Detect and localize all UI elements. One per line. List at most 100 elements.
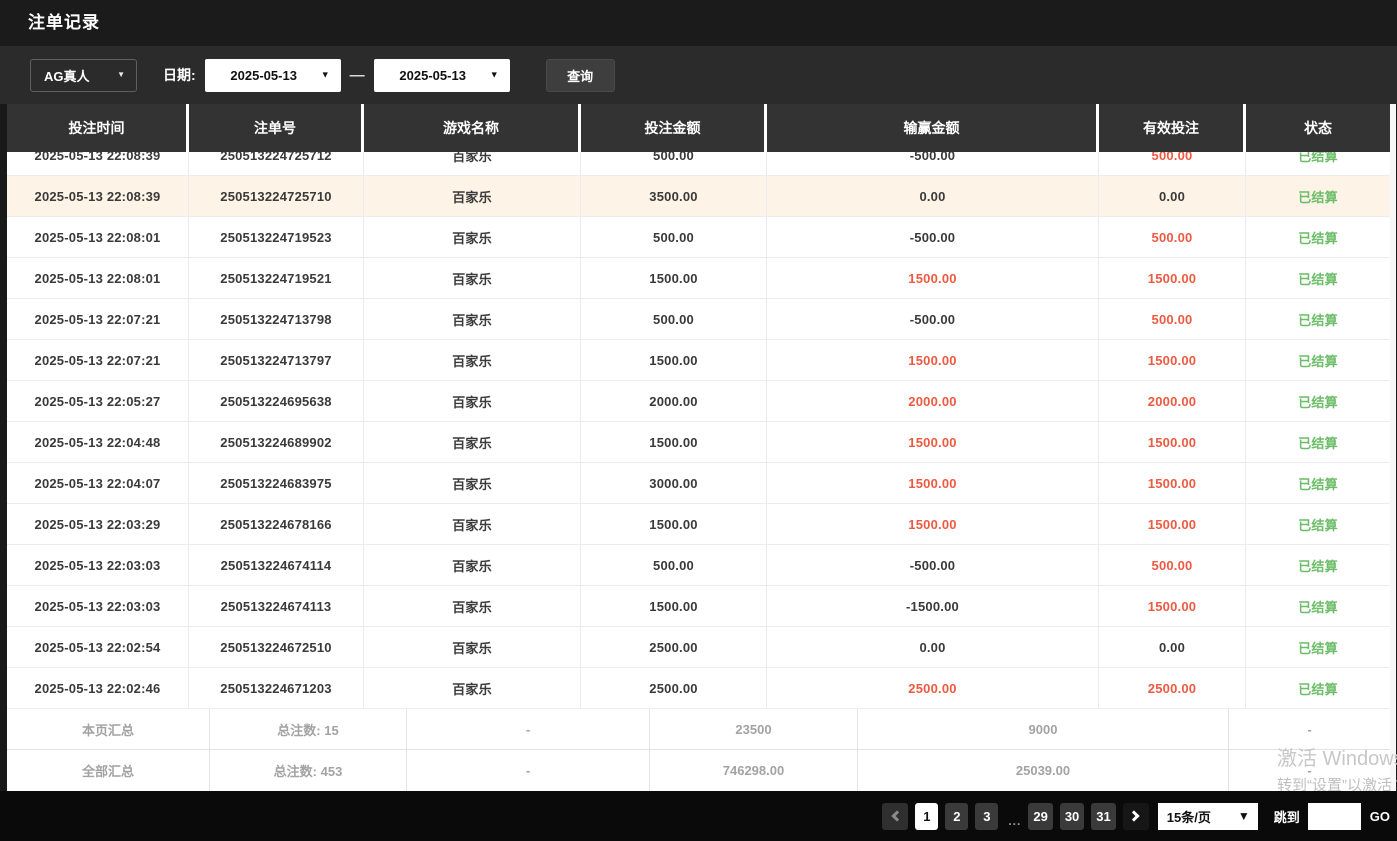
cell-valid: 500.00 (1099, 217, 1246, 258)
pagination-bar: 123...293031 15条/页 ▼ 跳到 GO (0, 791, 1397, 841)
cell-game: 百家乐 (364, 381, 581, 422)
platform-select[interactable]: AG真人 ▼ (30, 59, 137, 92)
cell-winloss: 2000.00 (767, 381, 1099, 422)
page-button-group: 123...293031 (908, 803, 1115, 830)
cell-valid: 1500.00 (1099, 340, 1246, 381)
table-row[interactable]: 2025-05-13 22:02:54250513224672510百家乐250… (7, 627, 1390, 668)
cell-winloss: 0.00 (767, 627, 1099, 668)
cell-bet: 3000.00 (581, 463, 767, 504)
cell-time: 2025-05-13 22:07:21 (7, 340, 189, 381)
filter-bar: AG真人 ▼ 日期: 2025-05-13 ▼ — 2025-05-13 ▼ 查… (0, 46, 1397, 104)
prev-page-button[interactable] (882, 803, 908, 830)
page-button-1[interactable]: 1 (915, 803, 938, 830)
table-row[interactable]: 2025-05-13 22:05:27250513224695638百家乐200… (7, 381, 1390, 422)
cell-time: 2025-05-13 22:03:29 (7, 504, 189, 545)
chevron-down-icon: ▼ (117, 71, 125, 79)
cell-bet: 2500.00 (581, 627, 767, 668)
table-row[interactable]: 2025-05-13 22:02:46250513224671203百家乐250… (7, 668, 1390, 709)
column-header: 注单号 (189, 104, 364, 152)
cell-bet_no: 250513224678166 (189, 504, 364, 545)
cell-valid: 1500.00 (1099, 504, 1246, 545)
table-scrollbar[interactable] (1390, 104, 1396, 791)
next-page-button[interactable] (1123, 803, 1149, 830)
query-button[interactable]: 查询 (546, 59, 615, 92)
page-button-30[interactable]: 30 (1060, 803, 1084, 830)
summary-cell: - (1229, 709, 1390, 749)
table-body: 2025-05-13 22:08:39250513224725712百家乐500… (7, 152, 1390, 709)
cell-winloss: -500.00 (767, 299, 1099, 340)
page-summary-row: 本页汇总总注数: 15-235009000- (7, 709, 1390, 750)
page-size-select[interactable]: 15条/页 ▼ (1158, 803, 1258, 830)
table-row[interactable]: 2025-05-13 22:04:48250513224689902百家乐150… (7, 422, 1390, 463)
cell-bet: 1500.00 (581, 422, 767, 463)
cell-game: 百家乐 (364, 217, 581, 258)
cell-bet: 1500.00 (581, 340, 767, 381)
cell-bet: 1500.00 (581, 586, 767, 627)
column-header: 投注金额 (581, 104, 767, 152)
cell-valid: 0.00 (1099, 627, 1246, 668)
cell-game: 百家乐 (364, 668, 581, 709)
table-row[interactable]: 2025-05-13 22:07:21250513224713797百家乐150… (7, 340, 1390, 381)
summary-cell: 25039.00 (858, 750, 1229, 791)
summary-cell: 总注数: 15 (210, 709, 407, 749)
cell-status: 已结算 (1246, 381, 1390, 422)
table-row[interactable]: 2025-05-13 22:07:21250513224713798百家乐500… (7, 299, 1390, 340)
page-button-2[interactable]: 2 (945, 803, 968, 830)
jump-to-label: 跳到 (1274, 807, 1300, 826)
cell-valid: 0.00 (1099, 176, 1246, 217)
cell-game: 百家乐 (364, 463, 581, 504)
go-button[interactable]: GO (1370, 809, 1390, 824)
cell-bet_no: 250513224674114 (189, 545, 364, 586)
chevron-down-icon: ▼ (490, 71, 499, 80)
cell-time: 2025-05-13 22:08:39 (7, 152, 189, 176)
cell-valid: 500.00 (1099, 299, 1246, 340)
cell-game: 百家乐 (364, 586, 581, 627)
page-button-3[interactable]: 3 (975, 803, 998, 830)
date-to-select[interactable]: 2025-05-13 ▼ (374, 59, 510, 92)
cell-bet_no: 250513224671203 (189, 668, 364, 709)
cell-bet_no: 250513224719523 (189, 217, 364, 258)
table-row[interactable]: 2025-05-13 22:03:29250513224678166百家乐150… (7, 504, 1390, 545)
cell-bet_no: 250513224725712 (189, 152, 364, 176)
date-to-value: 2025-05-13 (399, 68, 466, 83)
bet-record-table: 投注时间注单号游戏名称投注金额输赢金额有效投注状态 2025-05-13 22:… (7, 104, 1390, 791)
cell-status: 已结算 (1246, 152, 1390, 176)
column-header: 输赢金额 (767, 104, 1099, 152)
cell-bet_no: 250513224695638 (189, 381, 364, 422)
summary-cell: 746298.00 (650, 750, 858, 791)
table-row[interactable]: 2025-05-13 22:08:01250513224719523百家乐500… (7, 217, 1390, 258)
date-label: 日期: (163, 65, 196, 85)
cell-time: 2025-05-13 22:08:01 (7, 217, 189, 258)
cell-bet: 500.00 (581, 217, 767, 258)
page-button-29[interactable]: 29 (1028, 803, 1052, 830)
table-row[interactable]: 2025-05-13 22:04:07250513224683975百家乐300… (7, 463, 1390, 504)
date-from-select[interactable]: 2025-05-13 ▼ (205, 59, 341, 92)
table-summary: 本页汇总总注数: 15-235009000-全部汇总总注数: 453-74629… (7, 709, 1390, 791)
cell-time: 2025-05-13 22:04:07 (7, 463, 189, 504)
jump-page-input[interactable] (1308, 803, 1361, 830)
cell-bet: 3500.00 (581, 176, 767, 217)
table-row[interactable]: 2025-05-13 22:08:01250513224719521百家乐150… (7, 258, 1390, 299)
chevron-down-icon: ▼ (321, 71, 330, 80)
cell-time: 2025-05-13 22:08:39 (7, 176, 189, 217)
table-row[interactable]: 2025-05-13 22:03:03250513224674114百家乐500… (7, 545, 1390, 586)
cell-winloss: 1500.00 (767, 340, 1099, 381)
cell-winloss: -500.00 (767, 545, 1099, 586)
table-row[interactable]: 2025-05-13 22:08:39250513224725712百家乐500… (7, 152, 1390, 176)
column-header: 投注时间 (7, 104, 189, 152)
table-row[interactable]: 2025-05-13 22:03:03250513224674113百家乐150… (7, 586, 1390, 627)
cell-status: 已结算 (1246, 545, 1390, 586)
summary-cell: - (1229, 750, 1390, 791)
cell-bet: 500.00 (581, 152, 767, 176)
cell-status: 已结算 (1246, 627, 1390, 668)
cell-time: 2025-05-13 22:04:48 (7, 422, 189, 463)
page-header: 注单记录 (0, 0, 1397, 46)
cell-game: 百家乐 (364, 176, 581, 217)
platform-select-value: AG真人 (44, 66, 90, 85)
cell-winloss: 1500.00 (767, 463, 1099, 504)
table-row[interactable]: 2025-05-13 22:08:39250513224725710百家乐350… (7, 176, 1390, 217)
cell-bet: 2500.00 (581, 668, 767, 709)
column-header: 状态 (1246, 104, 1390, 152)
cell-status: 已结算 (1246, 422, 1390, 463)
page-button-31[interactable]: 31 (1091, 803, 1115, 830)
